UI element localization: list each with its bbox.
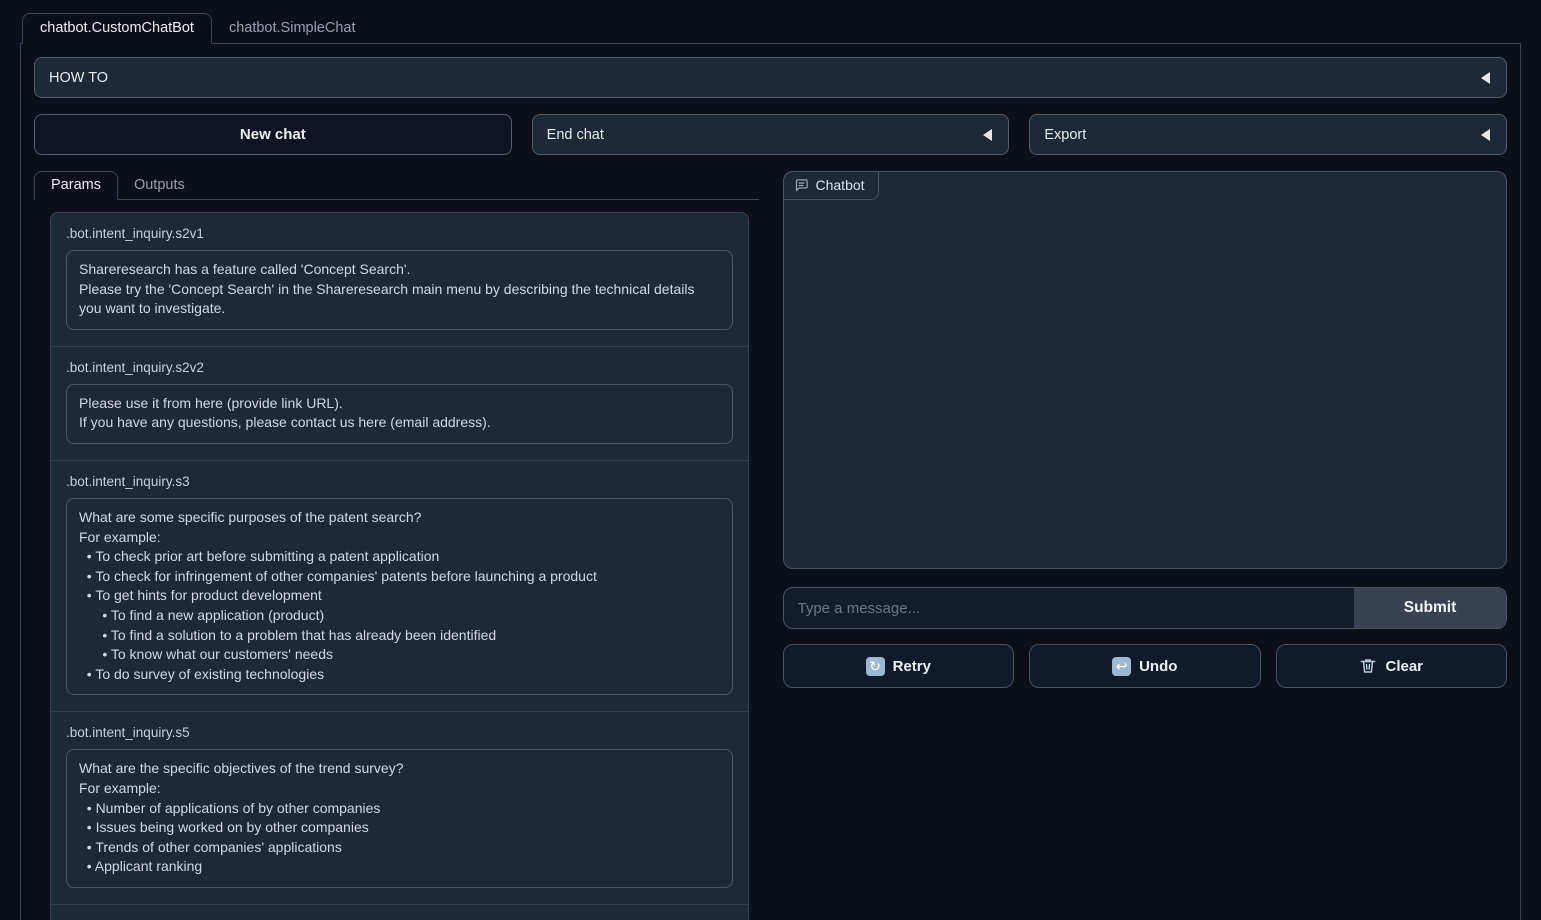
- param-block-s2v2: .bot.intent_inquiry.s2v2 Please use it f…: [51, 346, 748, 460]
- message-input-row: Submit: [783, 587, 1508, 629]
- params-form: .bot.intent_inquiry.s2v1 Shareresearch h…: [50, 212, 749, 920]
- param-block-s2v1: .bot.intent_inquiry.s2v1 Shareresearch h…: [51, 213, 748, 346]
- undo-label: Undo: [1139, 658, 1177, 675]
- param-label: .bot.intent_inquiry.s2v2: [66, 360, 733, 375]
- chatbot-panel: Chatbot: [783, 171, 1508, 569]
- param-label: .bot.intent_inquiry.s3: [66, 474, 733, 489]
- param-block-s9: .bot.intent_inquiry.s9: [51, 904, 748, 920]
- param-block-s3: .bot.intent_inquiry.s3 What are some spe…: [51, 460, 748, 711]
- export-label: Export: [1044, 127, 1086, 143]
- chatbot-label-text: Chatbot: [816, 177, 865, 193]
- chat-bubble-icon: [794, 178, 809, 193]
- end-chat-accordion[interactable]: End chat: [532, 114, 1010, 155]
- retry-button[interactable]: ↻ Retry: [783, 644, 1015, 688]
- trash-icon: [1359, 657, 1377, 675]
- params-tab-content: .bot.intent_inquiry.s2v1 Shareresearch h…: [34, 200, 759, 920]
- tab-content: HOW TO New chat End chat Export Params O…: [20, 44, 1521, 920]
- param-textarea[interactable]: Please use it from here (provide link UR…: [66, 384, 733, 444]
- chatbot-label: Chatbot: [783, 171, 879, 200]
- clear-button[interactable]: Clear: [1276, 644, 1508, 688]
- param-block-s5: .bot.intent_inquiry.s5 What are the spec…: [51, 711, 748, 904]
- tab-params[interactable]: Params: [34, 171, 118, 200]
- export-accordion[interactable]: Export: [1029, 114, 1507, 155]
- undo-icon: ↩: [1112, 657, 1131, 676]
- undo-button[interactable]: ↩ Undo: [1029, 644, 1261, 688]
- chat-actions-row: ↻ Retry ↩ Undo: [783, 644, 1508, 688]
- params-column: Params Outputs .bot.intent_inquiry.s2v1 …: [34, 171, 759, 920]
- param-label: .bot.intent_inquiry.s5: [66, 725, 733, 740]
- collapse-arrow-icon: [983, 129, 992, 141]
- main-area: Params Outputs .bot.intent_inquiry.s2v1 …: [34, 171, 1507, 920]
- param-textarea[interactable]: Shareresearch has a feature called 'Conc…: [66, 250, 733, 330]
- tab-outputs[interactable]: Outputs: [118, 172, 201, 199]
- retry-label: Retry: [893, 658, 931, 675]
- end-chat-label: End chat: [547, 127, 604, 143]
- retry-icon: ↻: [866, 657, 885, 676]
- param-textarea[interactable]: What are some specific purposes of the p…: [66, 498, 733, 695]
- collapse-arrow-icon: [1481, 129, 1490, 141]
- chat-column: Chatbot Submit ↻ Retry ↩ Undo: [783, 171, 1508, 688]
- param-textarea[interactable]: What are the specific objectives of the …: [66, 749, 733, 888]
- message-input[interactable]: [784, 588, 1355, 628]
- tab-simple-chat[interactable]: chatbot.SimpleChat: [212, 14, 373, 43]
- howto-label: HOW TO: [49, 70, 108, 86]
- submit-button[interactable]: Submit: [1354, 588, 1506, 628]
- new-chat-button[interactable]: New chat: [34, 114, 512, 155]
- app-window: chatbot.CustomChatBot chatbot.SimpleChat…: [0, 14, 1541, 920]
- clear-label: Clear: [1385, 658, 1423, 675]
- app-tabbar: chatbot.CustomChatBot chatbot.SimpleChat: [20, 14, 1521, 44]
- tab-custom-chatbot[interactable]: chatbot.CustomChatBot: [22, 13, 212, 44]
- params-tabbar: Params Outputs: [34, 171, 759, 200]
- collapse-arrow-icon: [1481, 72, 1490, 84]
- action-row: New chat End chat Export: [34, 114, 1507, 155]
- param-label: .bot.intent_inquiry.s2v1: [66, 226, 733, 241]
- howto-accordion[interactable]: HOW TO: [34, 57, 1507, 98]
